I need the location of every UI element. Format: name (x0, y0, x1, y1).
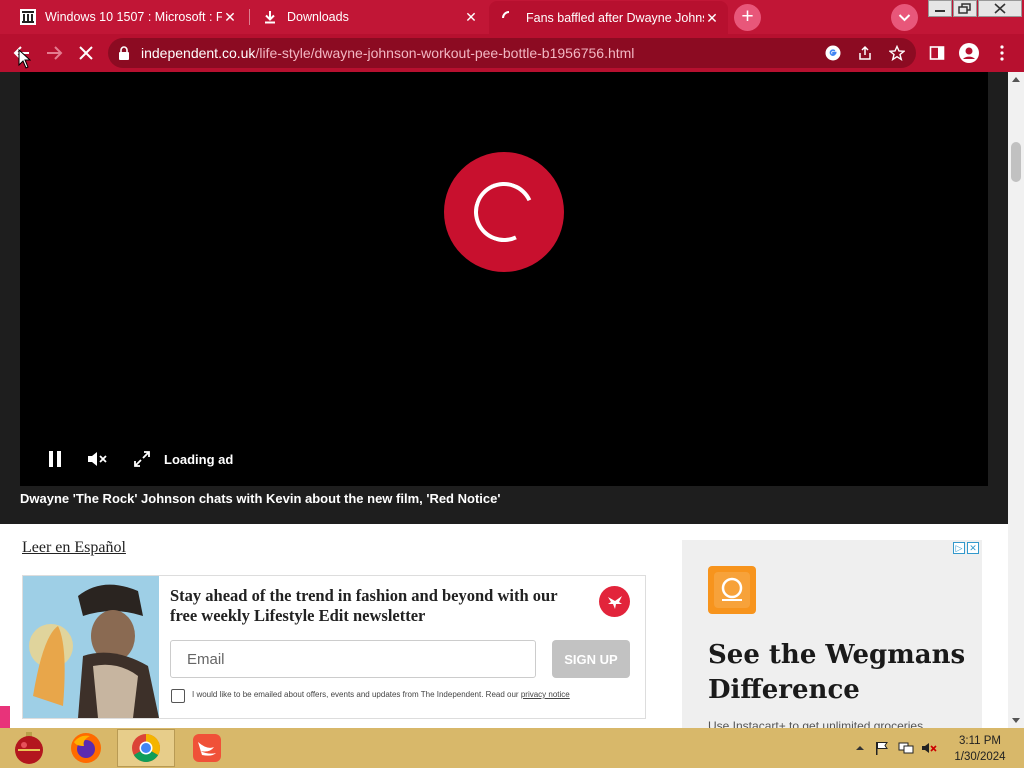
download-icon (262, 9, 278, 25)
swift-icon (193, 734, 221, 762)
menu-kebab-icon[interactable] (989, 40, 1015, 66)
taskbar-chrome[interactable] (117, 729, 175, 767)
side-panel-icon[interactable] (924, 40, 950, 66)
spanish-version-link[interactable]: Leer en Español (22, 539, 126, 557)
taskbar-firefox[interactable] (57, 729, 115, 767)
tab-archive[interactable]: Windows 10 1507 : Microsoft : Fr ✕ (8, 3, 246, 31)
tab-close-icon[interactable]: ✕ (222, 9, 238, 25)
email-field[interactable]: Email (170, 640, 536, 678)
tab-downloads[interactable]: Downloads ✕ (250, 3, 487, 31)
fullscreen-button[interactable] (131, 448, 153, 470)
action-center-flag-icon[interactable] (874, 741, 890, 755)
scroll-up-arrow-icon[interactable] (1012, 76, 1020, 84)
arrow-right-icon (47, 46, 63, 60)
bookmark-star-icon[interactable] (887, 43, 907, 63)
loading-ad-label: Loading ad (164, 452, 234, 467)
start-ornament-button[interactable] (0, 729, 58, 767)
wegmans-ad[interactable]: ▷ ✕ See the Wegmans Difference Use Insta… (682, 540, 982, 728)
chevron-down-icon (898, 14, 911, 22)
tab-close-icon[interactable]: ✕ (704, 10, 720, 26)
video-player[interactable]: Loading ad (20, 72, 988, 486)
close-window-button[interactable] (978, 0, 1022, 17)
loading-spinner-icon (444, 152, 564, 272)
google-lens-icon[interactable] (823, 43, 843, 63)
tab-title: Fans baffled after Dwayne Johnso (526, 10, 704, 25)
newsletter-card: Stay ahead of the trend in fashion and b… (22, 575, 646, 719)
restore-button[interactable] (953, 0, 979, 17)
archive-icon (20, 9, 36, 25)
new-tab-button[interactable]: + (734, 4, 761, 31)
url-domain: independent.co.uk (141, 45, 256, 61)
signup-button[interactable]: SIGN UP (552, 640, 630, 678)
tab-title: Downloads (287, 10, 349, 24)
expand-icon (134, 451, 150, 467)
show-hidden-icons-icon[interactable] (852, 741, 868, 755)
independent-eagle-logo-icon (599, 586, 630, 617)
firefox-icon (71, 733, 101, 763)
ad-close-icon[interactable]: ✕ (967, 542, 979, 554)
close-icon (79, 46, 93, 60)
clock-time: 3:11 PM (959, 735, 1001, 747)
windows-taskbar: 3:11 PM 1/30/2024 (0, 728, 1024, 768)
minimize-button[interactable] (928, 0, 954, 17)
consent-label: I would like to be emailed about offers,… (192, 690, 519, 699)
clock-date: 1/30/2024 (954, 751, 1006, 763)
network-icon[interactable] (898, 741, 914, 755)
ornament-icon (15, 732, 43, 764)
loading-spinner-icon (501, 10, 517, 26)
forward-button[interactable] (41, 40, 67, 66)
tab-search-button[interactable] (891, 4, 918, 31)
taskbar-swift[interactable] (178, 729, 236, 767)
video-section: Loading ad Dwayne 'The Rock' Johnson cha… (0, 72, 1008, 524)
chrome-icon (132, 734, 160, 762)
ad-subtext: Use Instacart+ to get unlimited grocerie… (708, 719, 924, 728)
address-bar[interactable]: independent.co.uk/life-style/dwayne-john… (108, 38, 916, 68)
browser-toolbar: independent.co.uk/life-style/dwayne-john… (0, 34, 1024, 72)
mute-button[interactable] (86, 448, 108, 470)
url-path: /life-style/dwayne-johnson-workout-pee-b… (255, 45, 635, 61)
pause-icon (49, 451, 61, 467)
consent-checkbox[interactable] (171, 689, 185, 703)
muted-speaker-icon (88, 452, 107, 466)
tab-close-icon[interactable]: ✕ (463, 9, 479, 25)
newsletter-title: Stay ahead of the trend in fashion and b… (170, 586, 558, 625)
tab-title: Windows 10 1507 : Microsoft : Fr (45, 10, 222, 24)
side-widget-tab[interactable] (0, 706, 10, 728)
tab-strip: Windows 10 1507 : Microsoft : Fr ✕ Downl… (0, 0, 1024, 34)
lock-icon (119, 46, 129, 60)
adchoices-icon[interactable]: ▷ (953, 542, 965, 554)
system-clock[interactable]: 3:11 PM 1/30/2024 (948, 733, 1012, 765)
page-viewport: Loading ad Dwayne 'The Rock' Johnson cha… (0, 72, 1008, 728)
profile-avatar-icon[interactable] (956, 40, 982, 66)
privacy-notice-link[interactable]: privacy notice (521, 690, 570, 699)
ad-choices[interactable]: ▷ ✕ (953, 542, 979, 554)
scroll-down-arrow-icon[interactable] (1012, 716, 1020, 724)
video-caption: Dwayne 'The Rock' Johnson chats with Kev… (20, 491, 501, 506)
consent-text: I would like to be emailed about offers,… (192, 690, 570, 699)
volume-muted-icon[interactable] (921, 741, 937, 755)
mouse-cursor-icon (18, 49, 31, 69)
scroll-thumb[interactable] (1011, 142, 1021, 182)
ad-headline: See the Wegmans Difference (708, 640, 966, 705)
share-icon[interactable] (855, 43, 875, 63)
page-scrollbar[interactable] (1008, 72, 1024, 728)
url-text: independent.co.uk/life-style/dwayne-john… (141, 45, 634, 61)
pause-button[interactable] (44, 448, 66, 470)
wegmans-logo-icon (708, 566, 756, 614)
tab-article[interactable]: Fans baffled after Dwayne Johnso ✕ (489, 1, 728, 34)
stop-button[interactable] (73, 40, 99, 66)
newsletter-image (23, 576, 159, 718)
